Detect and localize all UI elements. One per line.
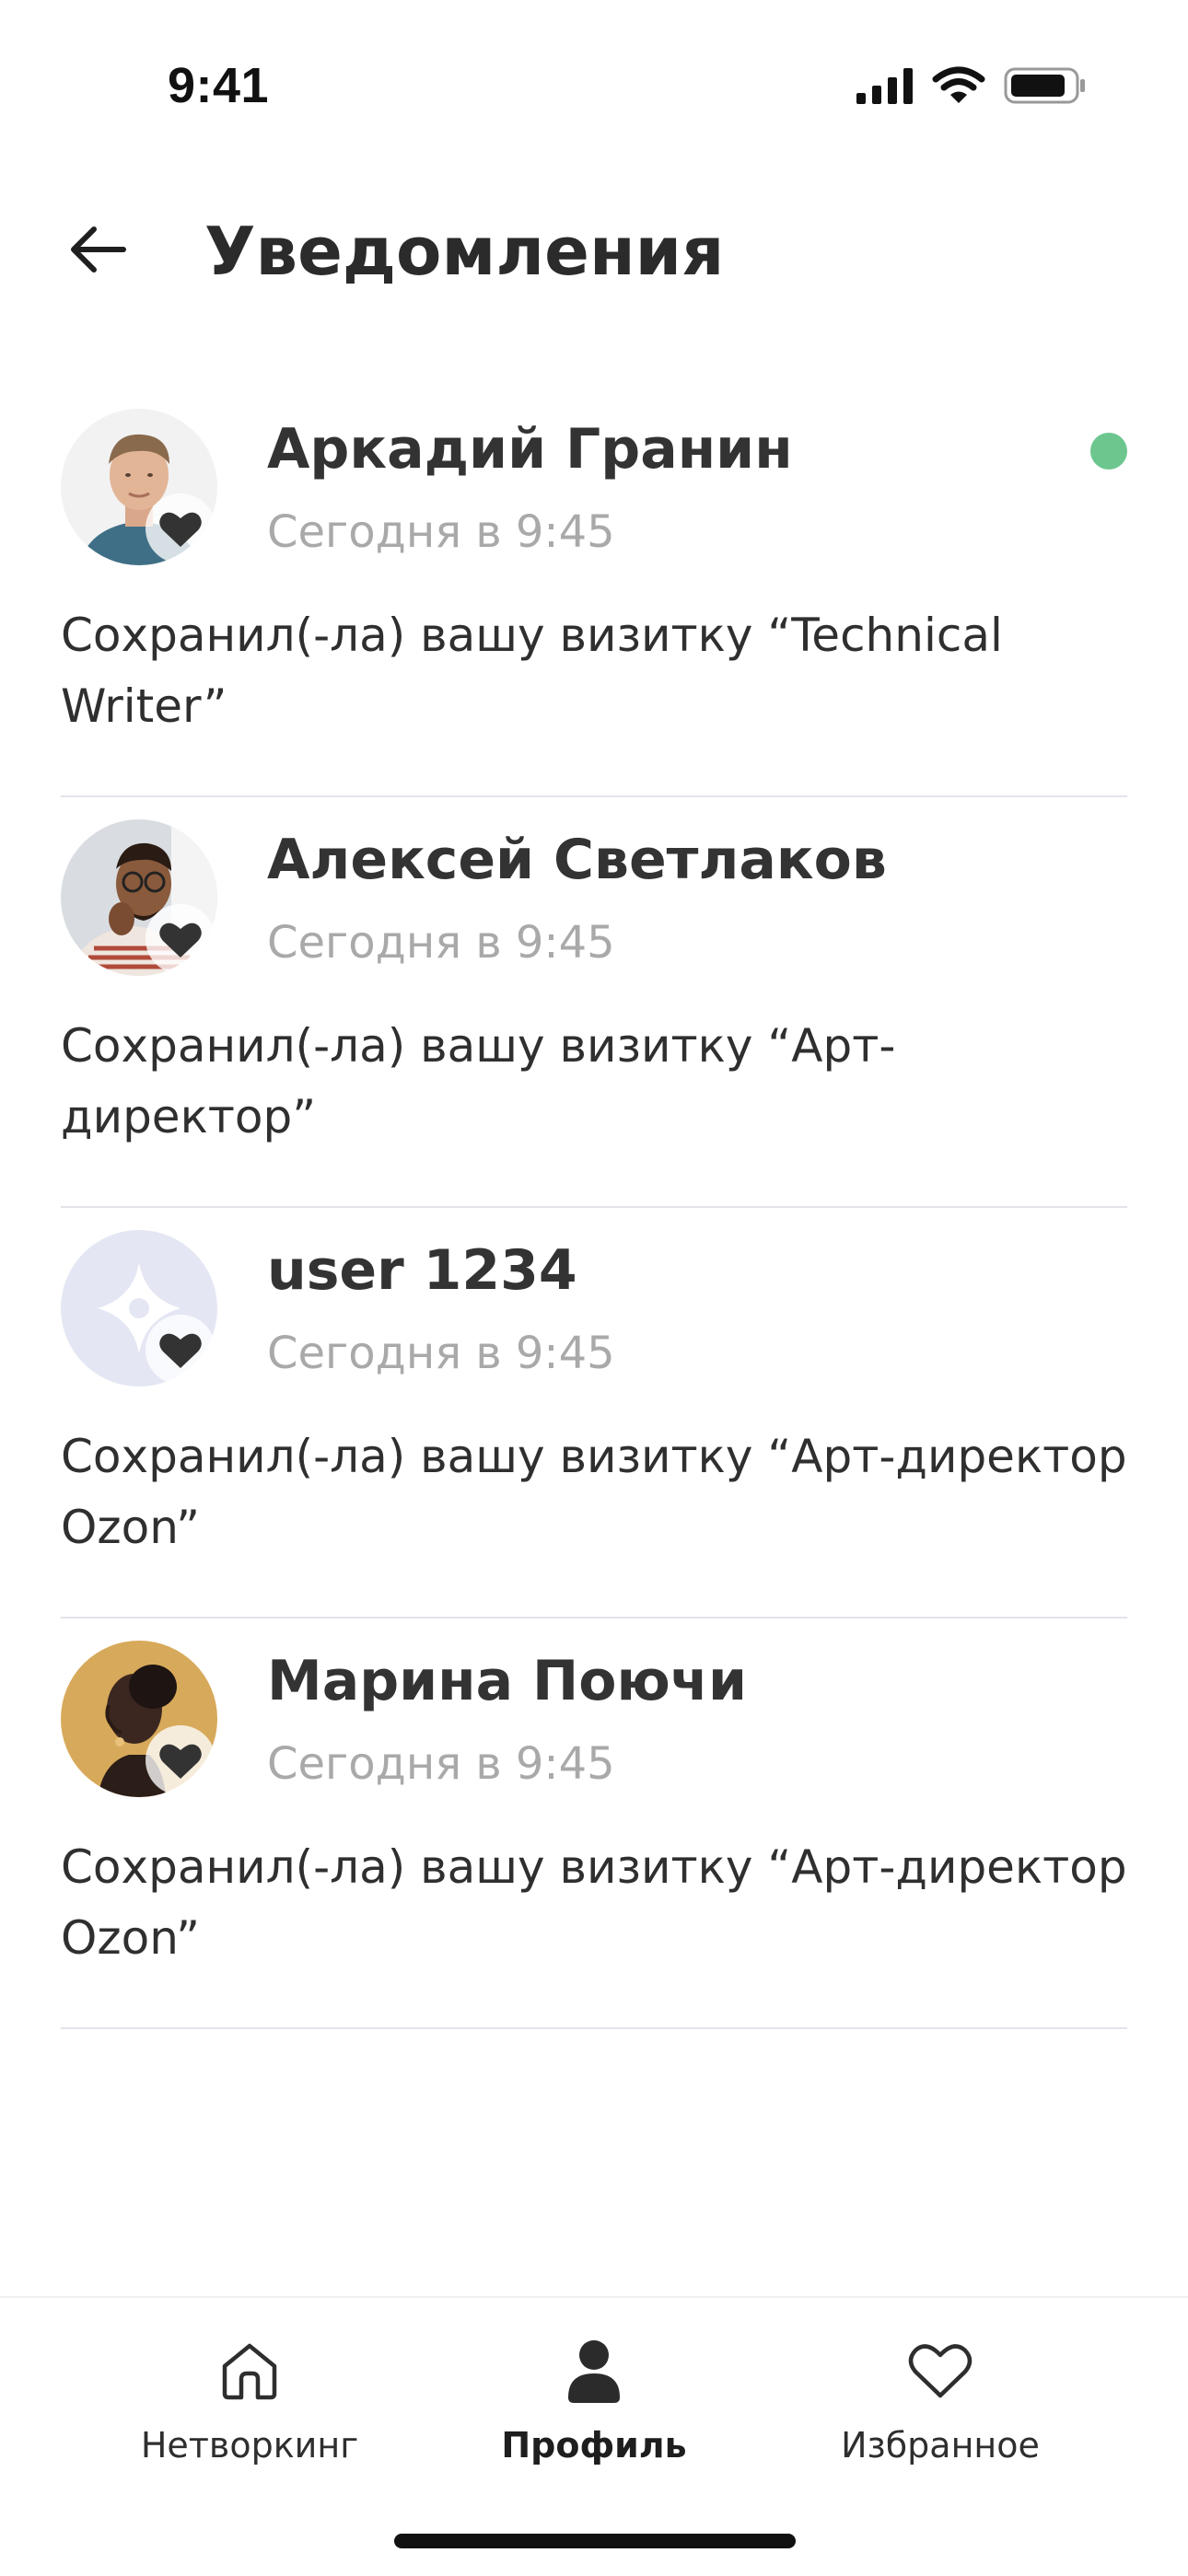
nav-item-favorites[interactable]: Избранное [788, 2333, 1092, 2466]
notification-text: Сохранил(-ла) вашу визитку “Technical Wr… [61, 609, 1003, 733]
arrow-left-icon [68, 224, 127, 279]
heart-icon [146, 904, 215, 974]
nav-item-networking[interactable]: Нетворкинг [98, 2333, 402, 2466]
notification-item[interactable]: Аркадий Гранин Сегодня в 9:45 Сохранил(-… [61, 387, 1127, 797]
notification-list: Аркадий Гранин Сегодня в 9:45 Сохранил(-… [61, 387, 1127, 2029]
notification-author: Марина Поючи [267, 1649, 748, 1713]
notification-time: Сегодня в 9:45 [267, 1738, 615, 1790]
notification-text: Сохранил(-ла) вашу визитку “Арт-директор… [61, 1019, 896, 1143]
battery-icon [1004, 66, 1087, 105]
cellular-signal-icon [856, 67, 914, 104]
heart-icon [146, 1725, 215, 1795]
home-icon [219, 2333, 280, 2408]
status-icons [856, 66, 1087, 105]
wifi-icon [932, 66, 985, 105]
notification-author: Алексей Светлаков [267, 828, 887, 892]
back-button[interactable] [53, 212, 142, 291]
heart-icon [146, 493, 215, 563]
profile-icon [566, 2333, 622, 2408]
nav-label: Профиль [501, 2425, 687, 2466]
notification-author: user 1234 [267, 1238, 577, 1303]
notification-item[interactable]: Марина Поючи Сегодня в 9:45 Сохранил(-ла… [61, 1619, 1127, 2029]
heart-outline-icon [908, 2333, 973, 2408]
page-title: Уведомления [204, 213, 725, 290]
home-indicator[interactable] [394, 2534, 796, 2548]
notification-time: Сегодня в 9:45 [267, 506, 615, 558]
heart-icon [146, 1315, 215, 1385]
notification-time: Сегодня в 9:45 [267, 917, 615, 969]
unread-indicator [1090, 433, 1127, 470]
notification-author: Аркадий Гранин [267, 417, 793, 482]
notification-text: Сохранил(-ла) вашу визитку “Арт-директор… [61, 1430, 1127, 1554]
header: Уведомления [0, 184, 1188, 322]
status-bar: 9:41 [0, 0, 1188, 175]
status-time: 9:41 [168, 58, 270, 113]
notification-text: Сохранил(-ла) вашу визитку “Арт-директор… [61, 1840, 1127, 1965]
notification-item[interactable]: user 1234 Сегодня в 9:45 Сохранил(-ла) в… [61, 1208, 1127, 1619]
nav-label: Нетворкинг [140, 2425, 359, 2466]
nav-item-profile[interactable]: Профиль [442, 2333, 746, 2466]
nav-label: Избранное [841, 2425, 1040, 2466]
notification-item[interactable]: Алексей Светлаков Сегодня в 9:45 Сохрани… [61, 797, 1127, 1208]
notification-time: Сегодня в 9:45 [267, 1328, 615, 1379]
